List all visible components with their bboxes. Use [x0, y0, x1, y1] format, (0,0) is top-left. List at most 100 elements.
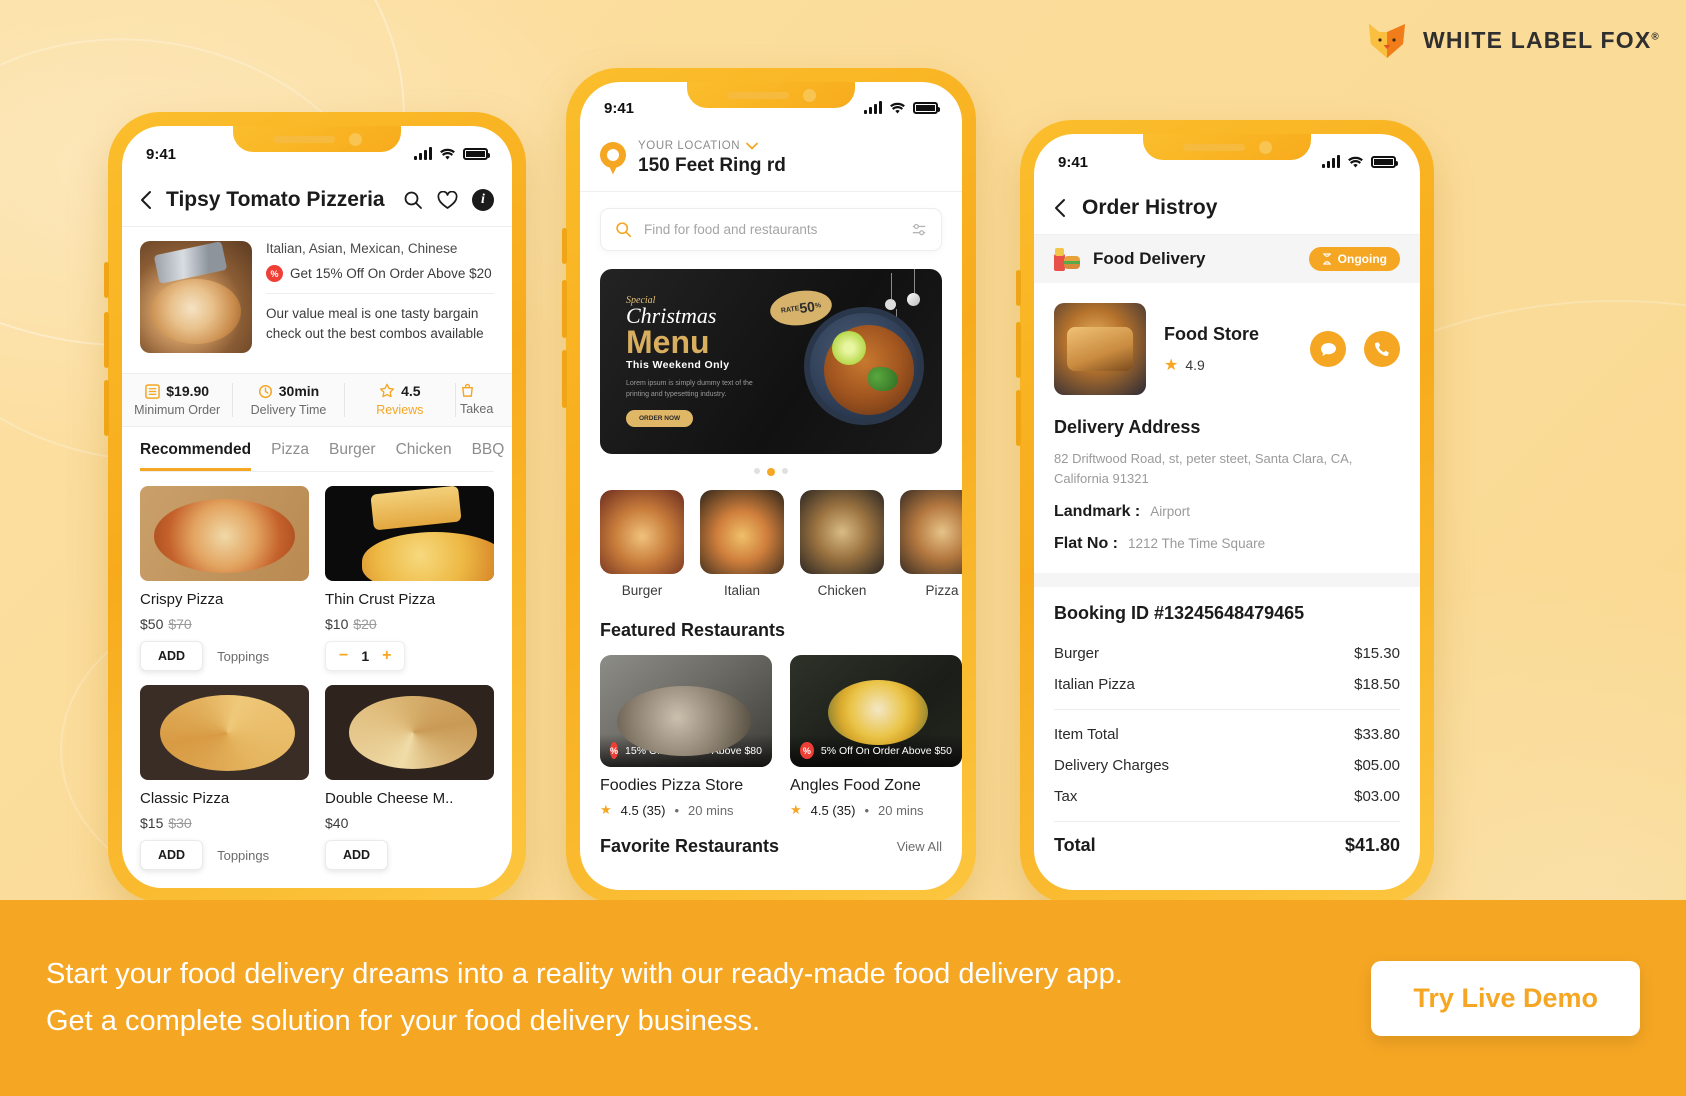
status-badge-label: Ongoing	[1337, 252, 1387, 266]
dish-card[interactable]: Thin Crust Pizza $10 $20 − 1 +	[325, 486, 494, 671]
discount-icon: %	[800, 742, 814, 759]
location-bar[interactable]: YOUR LOCATION 150 Feet Ring rd	[580, 130, 962, 192]
category-item-pizza[interactable]: Pizza	[900, 490, 962, 598]
phone-mockup-order-history: 9:41 Order Histroy Food Delivery Ongoing	[1016, 120, 1434, 904]
brand-name-text: WHITE LABEL FOX	[1423, 26, 1652, 53]
dish-price-old: $30	[168, 815, 192, 831]
location-pin-icon	[600, 141, 626, 176]
brand-logo: WHITE LABEL FOX®	[1365, 18, 1660, 62]
quantity-stepper[interactable]: − 1 +	[325, 641, 406, 671]
phone3-notch	[1143, 134, 1311, 160]
phone2-notch	[687, 82, 855, 108]
battery-icon	[463, 148, 490, 160]
order-type: Food Delivery	[1054, 247, 1205, 271]
featured-restaurant-list: % 15% Off On Order Above $80 Foodies Piz…	[580, 641, 962, 818]
toppings-link[interactable]: Toppings	[217, 649, 269, 664]
wifi-icon	[440, 148, 455, 159]
restaurant-offer-text: 15% Off On Order Above $80	[625, 744, 762, 757]
dish-image	[325, 685, 494, 780]
chevron-down-icon[interactable]	[746, 142, 759, 150]
phone1-header: Tipsy Tomato Pizzeria i	[122, 176, 512, 227]
add-button[interactable]: ADD	[325, 840, 389, 870]
category-item-chicken[interactable]: Chicken	[800, 490, 884, 598]
dish-card[interactable]: Classic Pizza $15 $30 ADD Toppings	[140, 685, 309, 870]
increment-button[interactable]: +	[382, 648, 391, 664]
banner-order-button[interactable]: ORDER NOW	[626, 410, 694, 428]
favorite-heart-icon[interactable]	[437, 190, 458, 210]
dish-card[interactable]: Double Cheese M.. $40 ADD	[325, 685, 494, 870]
clock-icon	[258, 384, 272, 398]
add-button[interactable]: ADD	[140, 641, 204, 671]
tab-burger[interactable]: Burger	[329, 441, 376, 471]
carousel-dot[interactable]	[782, 468, 788, 474]
restaurant-name: Foodies Pizza Store	[600, 777, 744, 794]
cuisine-tags: Italian, Asian, Mexican, Chinese	[266, 241, 458, 256]
restaurant-time: 20 mins	[878, 802, 924, 818]
status-time: 9:41	[146, 145, 177, 163]
tab-bbq[interactable]: BBQ	[472, 441, 505, 471]
restaurant-image: % 15% Off On Order Above $80	[600, 655, 772, 767]
restaurant-card[interactable]: % 5% Off On Order Above $50 Angles Food …	[790, 655, 962, 818]
restaurant-card[interactable]: % 15% Off On Order Above $80 Foodies Piz…	[600, 655, 772, 818]
order-type-row: Food Delivery Ongoing	[1034, 235, 1420, 283]
info-icon[interactable]: i	[472, 189, 494, 211]
dish-name: Thin Crust Pizza	[325, 591, 436, 608]
bill-charge-label: Item Total	[1054, 726, 1119, 744]
stat-value: $19.90	[166, 383, 210, 399]
restaurant-offer: % 5% Off On Order Above $50	[790, 734, 962, 767]
tab-chicken[interactable]: Chicken	[396, 441, 452, 471]
back-icon[interactable]	[1054, 198, 1066, 218]
call-icon[interactable]	[1364, 331, 1400, 367]
carousel-dot[interactable]	[754, 468, 760, 474]
dish-card[interactable]: Crispy Pizza $50 $70 ADD Toppings	[140, 486, 309, 671]
offer-text: Get 15% Off On Order Above $20	[290, 266, 492, 281]
phone-side-button	[104, 262, 109, 298]
address-title: Delivery Address	[1054, 417, 1201, 437]
carousel-dot-active[interactable]	[767, 468, 775, 476]
category-image	[900, 490, 962, 574]
search-bar[interactable]	[600, 208, 942, 251]
food-pan-image	[804, 307, 924, 425]
tab-pizza[interactable]: Pizza	[271, 441, 309, 471]
list-icon	[145, 383, 161, 399]
search-icon[interactable]	[403, 190, 423, 210]
back-icon[interactable]	[140, 190, 152, 210]
footer-line-2: Get a complete solution for your food de…	[46, 1005, 761, 1037]
bill-divider	[1054, 821, 1400, 823]
restaurant-info: Italian, Asian, Mexican, Chinese % Get 1…	[122, 227, 512, 363]
bill-charge-row: Item Total $33.80	[1054, 719, 1400, 750]
category-item-italian[interactable]: Italian	[700, 490, 784, 598]
bill-divider	[1054, 709, 1400, 711]
restaurant-rating: 4.5 (35)	[810, 802, 856, 818]
rate-pct: %	[814, 301, 822, 310]
dish-image	[325, 486, 494, 581]
add-button[interactable]: ADD	[140, 840, 204, 870]
tab-recommended[interactable]: Recommended	[140, 441, 252, 471]
try-live-demo-button[interactable]: Try Live Demo	[1371, 960, 1640, 1036]
category-item-burger[interactable]: Burger	[600, 490, 684, 598]
dish-price: $15 $30	[140, 815, 309, 831]
filter-icon[interactable]	[911, 222, 927, 238]
promo-banner[interactable]: Special Christmas Menu This Weekend Only…	[600, 269, 942, 454]
stat-reviews[interactable]: 4.5 Reviews	[345, 383, 456, 417]
wifi-icon	[890, 102, 905, 113]
stat-takeaway: Takea	[456, 383, 512, 417]
dish-price: $40	[325, 815, 494, 831]
footer-text: Start your food delivery dreams into a r…	[46, 951, 1123, 1045]
search-input[interactable]	[644, 222, 899, 237]
chat-icon[interactable]	[1310, 331, 1346, 367]
bill-item-amount: $15.30	[1354, 645, 1400, 663]
banner-image: RATE 50%	[762, 269, 942, 454]
toppings-link[interactable]: Toppings	[217, 848, 269, 863]
bill-item-label: Italian Pizza	[1054, 676, 1135, 694]
search-section	[580, 192, 962, 265]
dish-price-current: $40	[325, 815, 349, 831]
view-all-link[interactable]: View All	[897, 839, 942, 854]
decrement-button[interactable]: −	[339, 648, 348, 664]
banner-menu: Menu	[626, 324, 710, 360]
phone1-notch	[233, 126, 401, 152]
fox-logo-icon	[1369, 24, 1406, 58]
landmark-key: Landmark :	[1054, 503, 1141, 521]
location-label: YOUR LOCATION	[638, 140, 741, 152]
restaurant-name: Angles Food Zone	[790, 777, 921, 794]
